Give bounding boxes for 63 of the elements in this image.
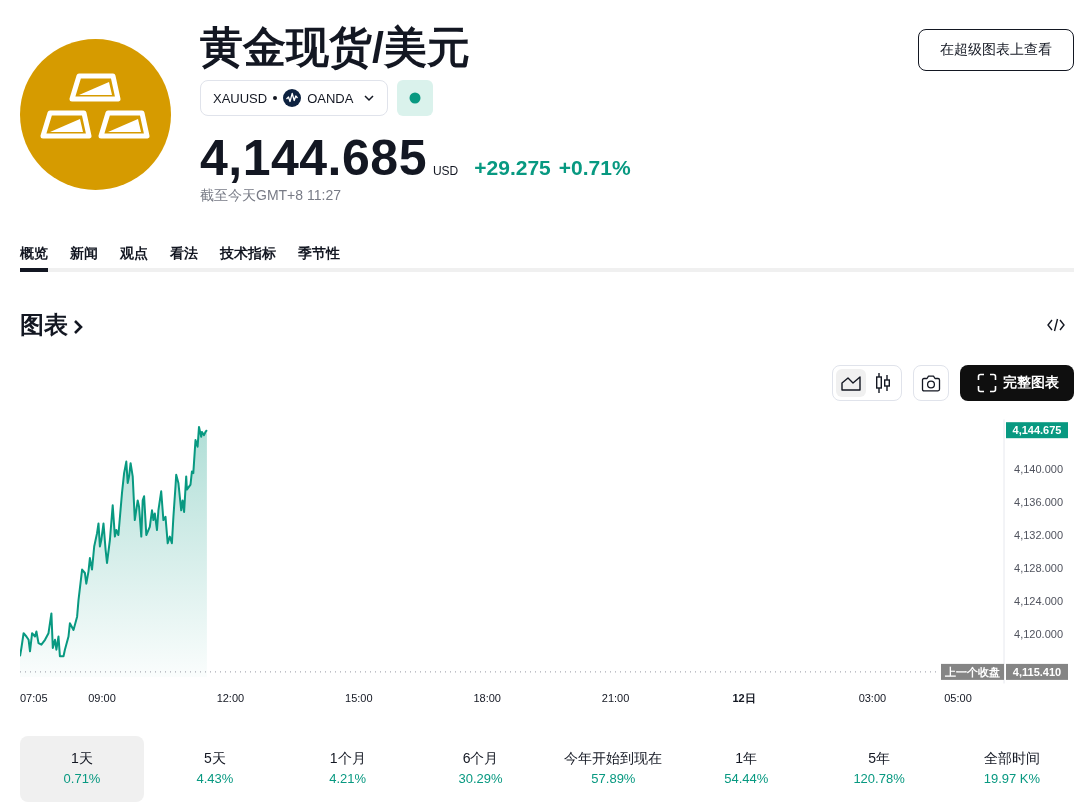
period-change: 57.89%	[591, 770, 636, 788]
period-change: 54.44%	[724, 770, 769, 788]
full-chart-button[interactable]: 完整图表	[960, 365, 1074, 401]
area-chart-icon	[841, 375, 861, 391]
period-button[interactable]: 1年 54.44%	[684, 736, 809, 802]
tab[interactable]: 看法	[170, 243, 198, 272]
period-change: 30.29%	[458, 770, 503, 788]
y-axis-label: 4,136.000	[1014, 496, 1063, 508]
x-axis-label: 15:00	[345, 692, 373, 704]
period-button[interactable]: 今年开始到现在 57.89%	[551, 736, 676, 802]
x-axis-label: 03:00	[858, 692, 887, 704]
timestamp-text: 截至今天GMT+8 11:27	[200, 186, 342, 204]
code-icon[interactable]	[1047, 318, 1065, 332]
period-button[interactable]: 5年 120.78%	[817, 736, 942, 802]
period-button[interactable]: 5天 4.43%	[152, 736, 277, 802]
x-axis-label: 09:00	[88, 692, 116, 704]
dot-separator-icon	[273, 96, 278, 100]
y-axis-label: 4,120.000	[1014, 628, 1063, 640]
previous-close-tag: 上一个收盘	[941, 663, 1004, 680]
period-button[interactable]: 1天 0.71%	[20, 736, 144, 802]
ingots-logo-icon	[20, 39, 171, 190]
x-axis-label: 21:00	[601, 692, 630, 704]
period-change: 120.78%	[853, 770, 905, 788]
period-button[interactable]: 1个月 4.21%	[285, 736, 410, 802]
period-change: 0.71%	[63, 770, 101, 788]
last-price-tag: 4,144.675	[1006, 422, 1068, 439]
currency-label: USD	[432, 164, 459, 178]
tab[interactable]: 观点	[120, 243, 148, 272]
y-axis-label: 4,132.000	[1014, 529, 1063, 541]
fullscreen-icon	[977, 373, 997, 393]
tab[interactable]: 概览	[20, 243, 48, 272]
previous-close-price-tag: 4,115.410	[1006, 663, 1068, 680]
period-button[interactable]: 全部时间 19.97 K%	[949, 736, 1074, 802]
x-axis-label: 18:00	[473, 692, 501, 704]
percent-change: +0.71%	[558, 156, 631, 180]
chevron-down-icon	[363, 92, 376, 104]
x-axis-label: 05:00	[944, 692, 972, 704]
tab[interactable]: 季节性	[298, 243, 340, 272]
tab[interactable]: 技术指标	[220, 243, 276, 272]
symbol-selector[interactable]: XAUUSD OANDA	[200, 80, 389, 116]
open-supercharts-button[interactable]: 在超级图表上查看	[918, 29, 1074, 71]
tab[interactable]: 新闻	[70, 243, 98, 272]
snapshot-button[interactable]	[913, 365, 949, 401]
y-axis-label: 4,140.000	[1014, 463, 1063, 475]
chart-style-button[interactable]	[836, 369, 866, 397]
camera-icon	[921, 374, 941, 392]
period-button[interactable]: 6个月 30.29%	[418, 736, 543, 802]
x-axis-label: 12日	[732, 692, 756, 704]
x-axis-label: 07:05	[20, 692, 48, 704]
page-title: 黄金现货/美元	[200, 22, 471, 72]
chevron-right-icon	[73, 318, 83, 335]
price-value: 4,144.685	[200, 130, 427, 186]
zigzag-logo-icon	[283, 89, 302, 107]
candlestick-icon	[875, 372, 891, 394]
y-axis-label: 4,124.000	[1014, 595, 1063, 607]
period-change: 4.21%	[329, 770, 367, 788]
y-axis-label: 4,128.000	[1014, 562, 1063, 574]
period-change: 4.43%	[196, 770, 234, 788]
x-axis-label: 12:00	[216, 692, 245, 704]
ref-line-label: 上一个收盘	[944, 665, 1000, 678]
period-change: 19.97 K%	[983, 770, 1041, 788]
chart-title-link[interactable]: 图表	[20, 309, 83, 341]
price-change: +29.275	[474, 156, 551, 180]
